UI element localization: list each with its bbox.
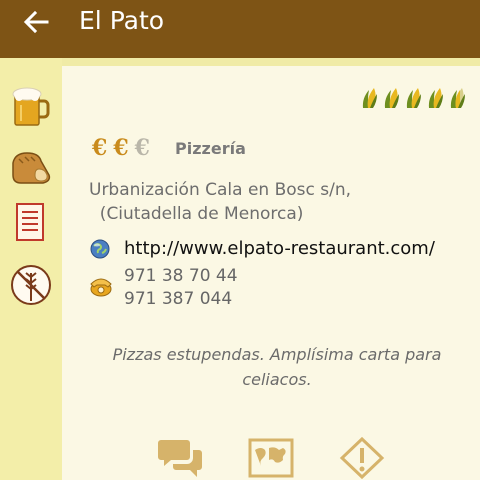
phone-number-1[interactable]: 971 38 70 44 bbox=[124, 266, 238, 286]
sidebar-item-bread[interactable] bbox=[8, 144, 54, 190]
back-button[interactable] bbox=[14, 6, 58, 38]
price-symbol: € bbox=[113, 135, 129, 161]
chat-bubbles-icon[interactable] bbox=[157, 436, 205, 480]
beer-mug-icon bbox=[12, 87, 50, 126]
category-label: Pizzería bbox=[175, 139, 246, 158]
bread-icon bbox=[12, 152, 51, 184]
phone-number-2[interactable]: 971 387 044 bbox=[124, 289, 232, 309]
rating bbox=[360, 86, 468, 110]
corn-cob-icon bbox=[362, 88, 377, 108]
website-link[interactable]: http://www.elpato-restaurant.com/ bbox=[124, 238, 435, 259]
price-symbol: € bbox=[92, 135, 108, 161]
sidebar-item-gluten-free[interactable] bbox=[8, 262, 54, 308]
warning-icon[interactable] bbox=[338, 436, 386, 480]
restaurant-card: € € € Pizzería Urbanización Cala en Bosc s… bbox=[62, 66, 480, 480]
page-title: El Pato bbox=[79, 6, 165, 35]
menu-list-icon bbox=[16, 203, 44, 241]
globe-icon bbox=[90, 239, 110, 259]
corn-cob-icon bbox=[406, 88, 421, 108]
arrow-left-icon bbox=[23, 10, 49, 34]
price-symbol: € bbox=[134, 135, 150, 161]
sidebar-item-beer[interactable] bbox=[8, 84, 54, 130]
address: Urbanización Cala en Bosc s/n, (Ciutadel… bbox=[89, 180, 352, 224]
price-level: € € € bbox=[92, 136, 150, 160]
sidebar bbox=[0, 58, 62, 480]
sidebar-item-menu[interactable] bbox=[8, 200, 54, 246]
corn-cob-icon bbox=[428, 88, 443, 108]
map-icon[interactable] bbox=[247, 436, 295, 480]
corn-cob-icon bbox=[450, 88, 465, 108]
description: Pizzas estupendas. Amplísima carta para … bbox=[112, 345, 442, 389]
gluten-free-icon bbox=[11, 265, 51, 305]
corn-cob-icon bbox=[384, 88, 399, 108]
app-bar: El Pato bbox=[0, 0, 480, 58]
phone-icon bbox=[90, 278, 112, 297]
